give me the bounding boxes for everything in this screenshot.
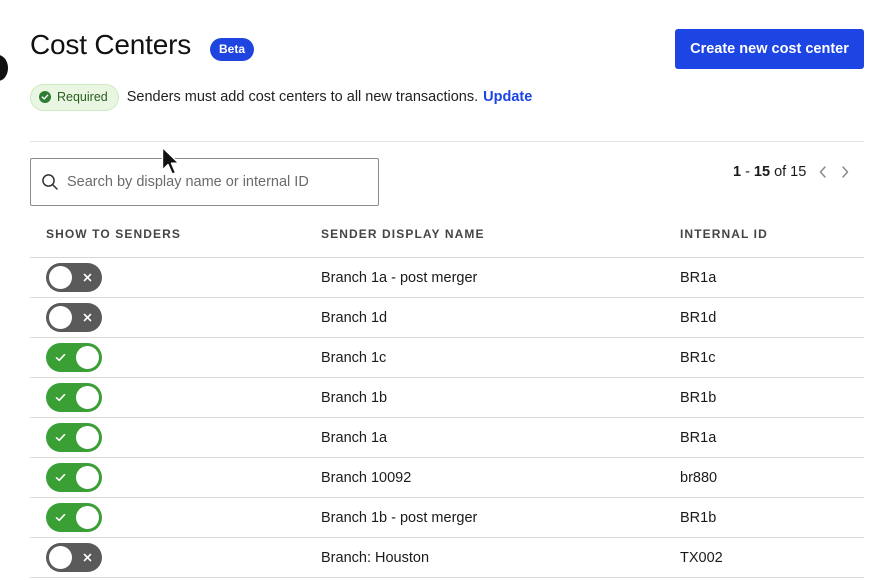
required-badge: Required — [30, 83, 119, 111]
show-to-senders-toggle[interactable] — [46, 463, 102, 492]
internal-id: BR1c — [680, 350, 716, 366]
show-to-senders-toggle[interactable] — [46, 383, 102, 412]
close-icon — [83, 313, 92, 322]
column-header-show-to-senders: SHOW TO SENDERS — [46, 227, 181, 241]
toggle-knob — [76, 466, 99, 489]
toggle-knob — [49, 266, 72, 289]
internal-id: BR1a — [680, 270, 717, 286]
check-icon — [55, 513, 66, 522]
internal-id: br880 — [680, 470, 718, 486]
total-count: 15 — [790, 164, 807, 180]
check-circle-icon — [39, 91, 51, 103]
requirement-row: Required Senders must add cost centers t… — [30, 83, 532, 111]
internal-id: BR1b — [680, 510, 717, 526]
table-row: Branch 1a - post merger BR1a — [30, 258, 864, 298]
pagination: 1 - 15 of 15 — [733, 162, 850, 182]
internal-id: BR1a — [680, 430, 717, 446]
sender-display-name: Branch 1a - post merger — [321, 270, 478, 286]
internal-id: TX002 — [680, 550, 723, 566]
update-link[interactable]: Update — [483, 89, 532, 105]
sender-display-name: Branch: Houston — [321, 550, 430, 566]
show-to-senders-toggle[interactable] — [46, 263, 102, 292]
show-to-senders-toggle[interactable] — [46, 343, 102, 372]
table-body: Branch 1a - post merger BR1a Branch 1d B… — [30, 258, 864, 578]
range-start: 1 — [733, 164, 742, 180]
show-to-senders-toggle[interactable] — [46, 503, 102, 532]
toggle-knob — [49, 306, 72, 329]
show-to-senders-toggle[interactable] — [46, 423, 102, 452]
column-header-internal-id: INTERNAL ID — [680, 227, 768, 241]
table-row: Branch 1b - post merger BR1b — [30, 498, 864, 538]
required-badge-label: Required — [57, 90, 108, 104]
search-input[interactable] — [67, 174, 367, 190]
edge-indicator — [0, 55, 8, 81]
table-row: Branch 1c BR1c — [30, 338, 864, 378]
mouse-cursor-icon — [161, 146, 180, 175]
sender-display-name: Branch 1d — [321, 310, 388, 326]
internal-id: BR1b — [680, 390, 717, 406]
close-icon — [83, 553, 92, 562]
divider — [30, 141, 864, 142]
sender-display-name: Branch 1a — [321, 430, 388, 446]
sender-display-name: Branch 10092 — [321, 470, 412, 486]
table-row: Branch: Houston TX002 — [30, 538, 864, 578]
table-row: Branch 1b BR1b — [30, 378, 864, 418]
show-to-senders-toggle[interactable] — [46, 303, 102, 332]
create-cost-center-button[interactable]: Create new cost center — [675, 29, 864, 69]
sender-display-name: Branch 1b - post merger — [321, 510, 478, 526]
check-icon — [55, 433, 66, 442]
show-to-senders-toggle[interactable] — [46, 543, 102, 572]
internal-id: BR1d — [680, 310, 717, 326]
sender-display-name: Branch 1c — [321, 350, 387, 366]
of-label: of — [774, 164, 787, 180]
toggle-knob — [49, 546, 72, 569]
range-separator: - — [745, 164, 750, 180]
toggle-knob — [76, 346, 99, 369]
close-icon — [83, 273, 92, 282]
toggle-knob — [76, 386, 99, 409]
table-row: Branch 10092 br880 — [30, 458, 864, 498]
sender-display-name: Branch 1b — [321, 390, 388, 406]
cost-centers-page: Cost Centers Beta Create new cost center… — [0, 0, 892, 580]
column-header-sender-display-name: SENDER DISPLAY NAME — [321, 227, 485, 241]
page-title: Cost Centers — [30, 29, 191, 60]
range-end: 15 — [753, 164, 771, 180]
search-box[interactable] — [30, 158, 379, 206]
search-icon — [42, 174, 58, 190]
toggle-knob — [76, 426, 99, 449]
beta-badge: Beta — [210, 38, 255, 61]
check-icon — [55, 353, 66, 362]
table-row: Branch 1d BR1d — [30, 298, 864, 338]
requirement-text: Senders must add cost centers to all new… — [126, 89, 479, 105]
chevron-right-icon[interactable] — [840, 165, 850, 179]
table-header: SHOW TO SENDERS SENDER DISPLAY NAME INTE… — [30, 222, 864, 258]
table-row: Branch 1a BR1a — [30, 418, 864, 458]
check-icon — [55, 473, 66, 482]
toggle-knob — [76, 506, 99, 529]
check-icon — [55, 393, 66, 402]
chevron-left-icon[interactable] — [818, 165, 828, 179]
